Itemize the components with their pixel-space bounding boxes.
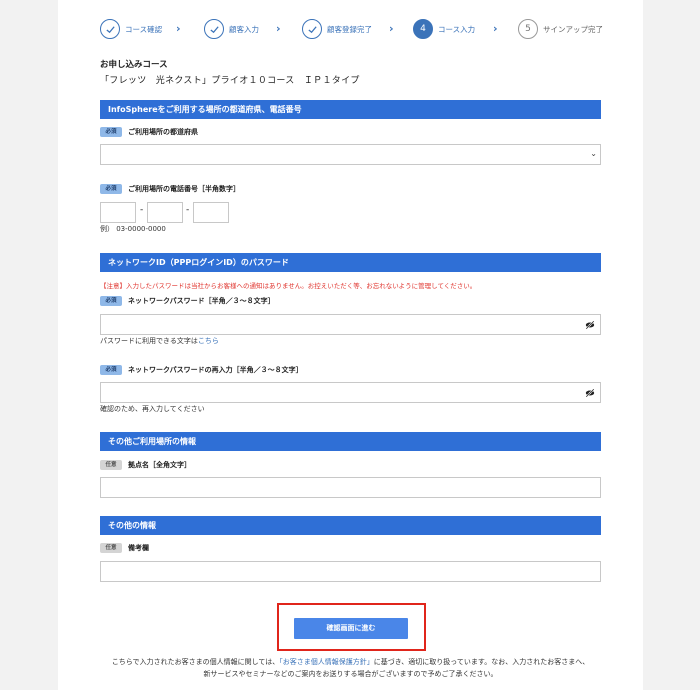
password-label: 必須 ネットワークパスワード［半角／３～８文字］ (100, 296, 275, 306)
phone-subscriber-input[interactable] (193, 202, 229, 223)
chevron-right-icon: › (389, 22, 394, 35)
check-icon (302, 19, 322, 39)
eye-slash-icon[interactable] (585, 388, 595, 398)
step-customer-input: 顧客入力 (204, 18, 259, 40)
step-label: コース入力 (438, 24, 476, 34)
site-name-label: 任意 拠点名［全角文字］ (100, 460, 191, 470)
chevron-right-icon: › (176, 22, 181, 35)
section-location-header: InfoSphereをご利用する場所の都道府県、電話番号 (100, 100, 601, 119)
section-site-info-header: その他ご利用場所の情報 (100, 432, 601, 451)
password-confirm-note: 確認のため、再入力してください (100, 405, 205, 413)
optional-badge: 任意 (100, 460, 122, 470)
step-course-confirm: コース確認 (100, 18, 162, 40)
phone-label: 必須 ご利用場所の電話番号［半角数字］ (100, 184, 240, 194)
step-label: コース確認 (125, 24, 163, 34)
phone-separator: - (186, 205, 190, 215)
signup-form-page: コース確認 › 顧客入力 › 顧客登録完了 › 4 コース入力 › 5 サインア… (58, 0, 643, 690)
password-label-text: ネットワークパスワード［半角／３～８文字］ (128, 297, 275, 305)
eye-slash-icon[interactable] (585, 320, 595, 330)
step-label: 顧客入力 (229, 24, 259, 34)
phone-area-code-input[interactable] (100, 202, 136, 223)
privacy-notice-line1: こちらで入力されたお客さまの個人情報に関しては、「お客さま個人情報保護方針」に基… (58, 657, 643, 667)
step-label: 顧客登録完了 (327, 24, 372, 34)
password-note: パスワードに利用できる文字はこちら (100, 336, 219, 346)
site-name-label-text: 拠点名［全角文字］ (128, 461, 191, 469)
privacy-text-post: に基づき、適切に取り扱っています。なお、入力されたお客さまへ、 (373, 658, 590, 666)
password-input[interactable] (100, 314, 601, 335)
section-password-header: ネットワークID（PPPログインID）のパスワード (100, 253, 601, 272)
step-label: サインアップ完了 (543, 24, 603, 34)
prefecture-label: 必須 ご利用場所の都道府県 (100, 127, 198, 137)
required-badge: 必須 (100, 296, 122, 306)
allowed-chars-link[interactable]: こちら (198, 337, 219, 345)
password-confirm-label: 必須 ネットワークパスワードの再入力［半角／３～８文字］ (100, 365, 303, 375)
phone-example: 例） 03-0000-0000 (100, 225, 166, 233)
required-badge: 必須 (100, 127, 122, 137)
check-icon (100, 19, 120, 39)
password-confirm-label-text: ネットワークパスワードの再入力［半角／３～８文字］ (128, 366, 303, 374)
remarks-label-text: 備考欄 (128, 544, 149, 552)
step-number: 4 (413, 19, 433, 39)
privacy-notice-line2: 新サービスやセミナーなどのご案内をお送りする場合がございますので予めご了承くださ… (203, 670, 498, 678)
password-confirm-input[interactable] (100, 382, 601, 403)
password-warning: 【注意】入力したパスワードは当社からお客様への通知はありません。お控えいただく等… (100, 282, 477, 290)
course-heading: お申し込みコース (100, 60, 168, 70)
phone-label-text: ご利用場所の電話番号［半角数字］ (128, 185, 240, 193)
prefecture-select[interactable]: ⌄ (100, 144, 601, 165)
step-number: 5 (518, 19, 538, 39)
check-icon (204, 19, 224, 39)
phone-exchange-input[interactable] (147, 202, 183, 223)
remarks-input[interactable] (100, 561, 601, 582)
progress-stepper: コース確認 › 顧客入力 › 顧客登録完了 › 4 コース入力 › 5 サインア… (58, 18, 643, 40)
chevron-down-icon: ⌄ (590, 149, 597, 158)
step-customer-registered: 顧客登録完了 (302, 18, 372, 40)
course-name: 「フレッツ 光ネクスト」プライオ１０コース ＩＰ１タイプ (100, 76, 360, 86)
step-course-input: 4 コース入力 (413, 18, 475, 40)
privacy-policy-link[interactable]: 「お客さま個人情報保護方針」 (279, 658, 374, 666)
phone-separator: - (140, 205, 144, 215)
chevron-right-icon: › (493, 22, 498, 35)
chevron-right-icon: › (276, 22, 281, 35)
confirm-button[interactable]: 確認画面に進む (294, 618, 408, 639)
required-badge: 必須 (100, 365, 122, 375)
site-name-input[interactable] (100, 477, 601, 498)
required-badge: 必須 (100, 184, 122, 194)
step-signup-complete: 5 サインアップ完了 (518, 18, 603, 40)
password-note-text: パスワードに利用できる文字は (100, 337, 198, 345)
privacy-text-pre: こちらで入力されたお客さまの個人情報に関しては、 (111, 658, 280, 666)
section-other-info-header: その他の情報 (100, 516, 601, 535)
prefecture-label-text: ご利用場所の都道府県 (128, 128, 198, 136)
optional-badge: 任意 (100, 543, 122, 553)
remarks-label: 任意 備考欄 (100, 543, 149, 553)
